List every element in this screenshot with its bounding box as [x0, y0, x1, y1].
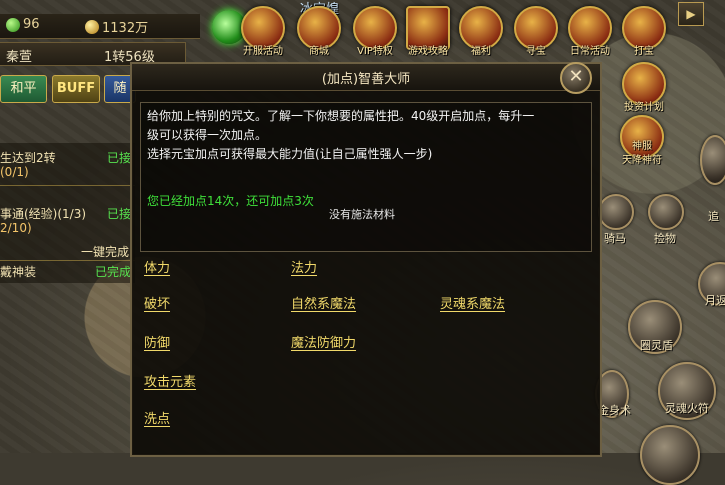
- quest-tracker[interactable]: 生达到2转 已接 (0/1) 事通(经验)(1/3) 已接 2/10) 一键完成…: [0, 143, 135, 283]
- option-wash-points[interactable]: 洗点: [144, 408, 170, 427]
- option-stamina[interactable]: 体力: [144, 257, 170, 276]
- quest-item[interactable]: 戴神装 已完成: [0, 263, 135, 280]
- dialog-description-box: 给你加上特别的咒文。了解一下你想要的属性把。40级开启加点，每升一 级可以获得一…: [140, 102, 592, 252]
- soul-fire-talisman-label: 灵魂火符: [665, 402, 709, 415]
- investment-plan-icon[interactable]: 投资计划: [622, 62, 666, 113]
- option-attack-element[interactable]: 攻击元素: [144, 371, 196, 390]
- pickup-label: 捡物: [654, 232, 676, 245]
- divine-server-icon[interactable]: 神服 天降神符: [620, 115, 664, 166]
- green-amount: 96: [23, 17, 40, 32]
- server-name: 秦萱: [6, 50, 33, 65]
- option-magic[interactable]: 法力: [291, 257, 317, 276]
- expand-arrow-button[interactable]: ▶: [678, 2, 704, 26]
- option-destroy[interactable]: 破坏: [144, 293, 170, 312]
- chase-icon[interactable]: [700, 135, 725, 185]
- option-nature-magic[interactable]: 自然系魔法: [291, 293, 356, 312]
- option-defense[interactable]: 防御: [144, 332, 170, 351]
- green-gem-icon: [6, 17, 20, 32]
- option-magic-defense[interactable]: 魔法防御力: [291, 332, 356, 351]
- calendar-icon[interactable]: 日常活动: [568, 6, 612, 57]
- quest-divider: [0, 260, 135, 261]
- dialog-title-bar: (加点)智善大师: [132, 64, 600, 91]
- points-status: 您已经加点14次，还可加点3次: [147, 194, 314, 208]
- gold-coin-icon: [85, 19, 99, 34]
- no-material-tip: 没有施法材料: [329, 208, 395, 221]
- gift-bag-icon[interactable]: 福利: [459, 6, 503, 57]
- buff-button[interactable]: BUFF: [52, 75, 100, 103]
- treasure-icon[interactable]: 寻宝: [514, 6, 558, 57]
- green-currency: 96: [6, 17, 40, 32]
- quest-progress: (0/1): [0, 165, 29, 179]
- vip-icon[interactable]: VIP特权: [353, 6, 397, 57]
- book-icon[interactable]: 游戏攻略: [406, 6, 450, 57]
- helmet-icon[interactable]: 打宝: [622, 6, 666, 57]
- spirit-shield-label: 圈灵盾: [640, 339, 673, 352]
- quest-divider: [0, 185, 135, 186]
- gold-amount: 1132万: [102, 21, 149, 36]
- monthly-return-label: 月返: [705, 294, 725, 307]
- resource-bar: 96 1132万: [0, 14, 200, 39]
- mount-label: 骑马: [604, 232, 626, 245]
- gold-currency: 1132万: [85, 17, 148, 36]
- shop-icon[interactable]: 商城: [297, 6, 341, 57]
- option-soul-magic[interactable]: 灵魂系魔法: [440, 293, 505, 312]
- quest-item[interactable]: 生达到2转 已接: [0, 149, 135, 166]
- chase-label: 追: [708, 210, 719, 223]
- mount-icon[interactable]: [598, 194, 634, 230]
- pickup-icon[interactable]: [648, 194, 684, 230]
- stat-allocation-dialog: (加点)智善大师 给你加上特别的咒文。了解一下你想要的属性把。40级开启加点，每…: [130, 62, 602, 457]
- quest-progress: 2/10): [0, 221, 32, 235]
- quest-item[interactable]: 事通(经验)(1/3) 已接: [0, 205, 135, 222]
- dialog-description: 给你加上特别的咒文。了解一下你想要的属性把。40级开启加点，每升一 级可以获得一…: [147, 109, 535, 161]
- dialog-title: (加点)智善大师: [321, 72, 411, 87]
- peace-mode-button[interactable]: 和平: [0, 75, 47, 103]
- skill-orb-icon[interactable]: [640, 425, 700, 485]
- gift-icon[interactable]: 开服活动: [241, 6, 285, 57]
- close-icon[interactable]: ✕: [560, 62, 592, 94]
- golden-body-label: 金身术: [598, 404, 631, 417]
